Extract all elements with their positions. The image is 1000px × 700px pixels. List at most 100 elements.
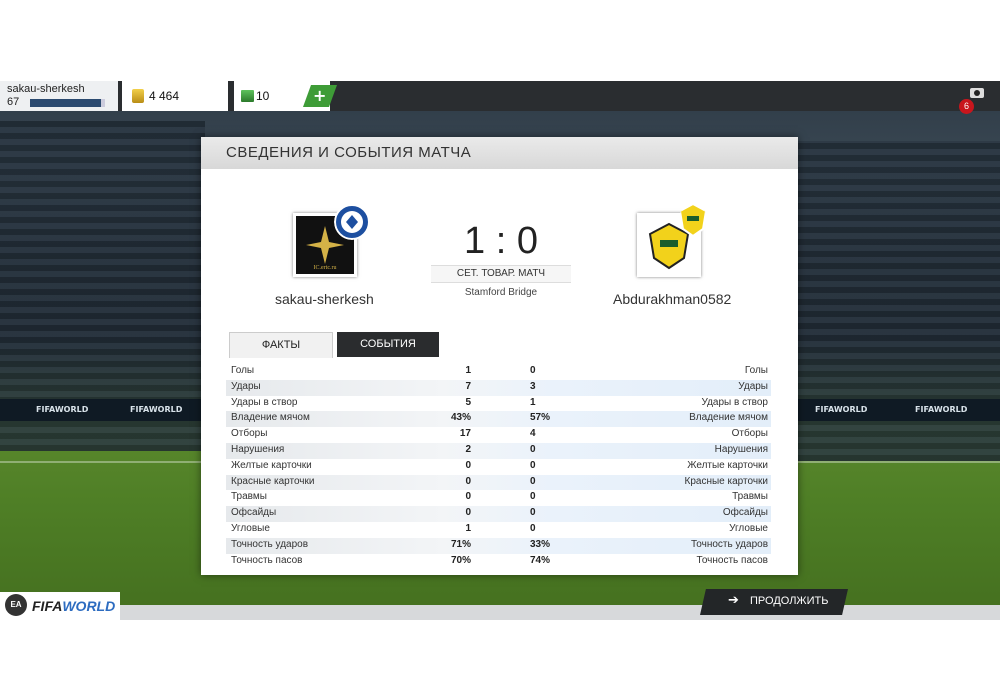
stat-label-away: Красные карточки <box>684 475 768 487</box>
stat-value-home: 71% <box>450 538 471 550</box>
continue-button[interactable]: ➔ ПРОДОЛЖИТЬ <box>700 589 848 615</box>
stat-label-away: Желтые карточки <box>687 459 768 471</box>
stat-label-home: Офсайды <box>231 507 277 519</box>
stat-label-home: Владение мячом <box>231 412 310 424</box>
table-row: Желтые карточки 0 0 Желтые карточки <box>226 459 771 475</box>
stat-value-away: 1 <box>530 396 536 408</box>
ad-board-text: FIFAWORLD <box>815 405 868 414</box>
stat-label-home: Угловые <box>231 522 270 534</box>
stat-label-home: Удары в створ <box>231 396 298 408</box>
table-row: Травмы 0 0 Травмы <box>226 490 771 506</box>
stat-label-away: Удары в створ <box>701 396 769 408</box>
stat-value-home: 2 <box>465 443 471 455</box>
stat-label-home: Точность пасов <box>231 554 303 566</box>
stat-value-home: 0 <box>465 475 471 487</box>
stat-value-away: 33% <box>530 538 551 550</box>
bottom-strip <box>0 605 1000 620</box>
panel-title: СВЕДЕНИЯ И СОБЫТИЯ МАТЧА <box>226 144 472 161</box>
plus-icon: + <box>313 86 327 105</box>
ad-board-text: FIFAWORLD <box>36 405 89 414</box>
stat-label-away: Владение мячом <box>689 412 768 424</box>
table-row: Красные карточки 0 0 Красные карточки <box>226 474 771 491</box>
stat-value-away: 0 <box>530 522 536 534</box>
table-row: Владение мячом 43% 57% Владение мячом <box>226 411 771 428</box>
ea-sports-icon: EA <box>5 594 27 616</box>
home-team-name: sakau-sherkesh <box>275 291 374 307</box>
match-score: 1 : 0 <box>464 220 538 262</box>
stat-label-home: Точность ударов <box>231 538 309 550</box>
match-type: СЕТ. ТОВАР. МАТЧ <box>431 265 571 283</box>
stat-value-home: 7 <box>465 380 471 392</box>
anzhi-badge-icon <box>679 203 707 237</box>
ad-board-right: FIFAWORLD FIFAWORLD <box>795 399 1000 421</box>
table-row: Удары в створ 5 1 Удары в створ <box>226 396 771 412</box>
notification-badge[interactable]: 6 <box>959 99 974 114</box>
stat-value-away: 74% <box>530 554 551 566</box>
tab-events[interactable]: СОБЫТИЯ <box>337 332 439 357</box>
coins-display: 4 464 <box>122 81 228 111</box>
stat-label-home: Отборы <box>231 428 268 440</box>
xp-bar-fill <box>30 99 102 107</box>
stat-label-away: Отборы <box>731 428 768 440</box>
coins-value: 4 464 <box>149 89 180 103</box>
tab-facts[interactable]: ФАКТЫ <box>229 332 333 358</box>
stat-label-home: Желтые карточки <box>231 459 312 471</box>
table-row: Удары 7 3 Удары <box>226 379 771 396</box>
stat-label-home: Травмы <box>231 491 267 503</box>
user-box[interactable]: sakau-sherkesh 67 <box>0 81 118 111</box>
panel-header: СВЕДЕНИЯ И СОБЫТИЯ МАТЧА <box>201 137 798 169</box>
stadium-name: Stamford Bridge <box>464 287 538 298</box>
stat-label-home: Удары <box>231 380 261 392</box>
chelsea-badge-icon <box>334 204 370 240</box>
points-value: 10 <box>256 89 270 103</box>
camera-icon[interactable] <box>970 88 984 98</box>
stat-label-away: Офсайды <box>722 507 768 519</box>
stat-value-home: 1 <box>465 365 471 376</box>
stat-label-away: Голы <box>744 365 768 376</box>
table-row: Офсайды 0 0 Офсайды <box>226 506 771 522</box>
ad-board-text: FIFAWORLD <box>915 405 968 414</box>
stat-label-away: Точность пасов <box>696 554 769 566</box>
stat-value-home: 0 <box>465 491 471 503</box>
stat-label-home: Голы <box>231 365 255 376</box>
ad-board-text: FIFAWORLD <box>130 405 183 414</box>
stat-value-away: 0 <box>530 475 536 487</box>
table-row: Точность ударов 71% 33% Точность ударов <box>226 537 771 554</box>
fifa-world-logo: EA FIFAWORLD <box>0 592 120 622</box>
table-row: Нарушения 2 0 Нарушения <box>226 442 771 459</box>
home-crest-text: IC.ertc.ru <box>314 265 337 271</box>
stat-label-home: Нарушения <box>231 443 285 455</box>
stat-label-away: Травмы <box>732 491 768 503</box>
stat-label-away: Нарушения <box>714 443 768 455</box>
stat-value-home: 70% <box>450 554 471 566</box>
coins-icon <box>132 89 144 103</box>
stat-label-away: Угловые <box>729 522 768 534</box>
table-row: Угловые 1 0 Угловые <box>226 522 771 538</box>
match-summary-panel: СВЕДЕНИЯ И СОБЫТИЯ МАТЧА IC.ertc.ru 1 : … <box>201 137 798 575</box>
fifa-world-text: FIFAWORLD <box>32 598 116 614</box>
stat-value-home: 0 <box>465 459 471 471</box>
stat-value-home: 5 <box>465 396 471 408</box>
stat-value-away: 3 <box>530 380 536 392</box>
stat-value-home: 1 <box>465 522 471 534</box>
xp-bar <box>30 99 105 107</box>
stat-value-away: 4 <box>530 428 536 440</box>
stat-label-away: Удары <box>738 380 768 392</box>
ad-board-left: FIFAWORLD FIFAWORLD <box>0 399 205 421</box>
arrow-right-icon: ➔ <box>728 593 739 608</box>
stat-value-away: 0 <box>530 443 536 455</box>
table-row: Точность пасов 70% 74% Точность пасов <box>226 554 771 570</box>
stat-value-away: 0 <box>530 459 536 471</box>
stat-label-away: Точность ударов <box>690 538 768 550</box>
stat-value-away: 0 <box>530 507 536 519</box>
points-icon <box>241 90 254 102</box>
away-team-name: Abdurakhman0582 <box>613 291 732 307</box>
username: sakau-sherkesh <box>7 83 85 95</box>
stat-value-home: 0 <box>465 507 471 519</box>
level: 67 <box>7 96 20 108</box>
stat-value-home: 43% <box>450 412 471 424</box>
table-row: Голы 1 0 Голы <box>226 364 771 380</box>
stat-value-away: 0 <box>530 365 536 376</box>
table-row: Отборы 17 4 Отборы <box>226 427 771 443</box>
stat-value-away: 0 <box>530 491 536 503</box>
